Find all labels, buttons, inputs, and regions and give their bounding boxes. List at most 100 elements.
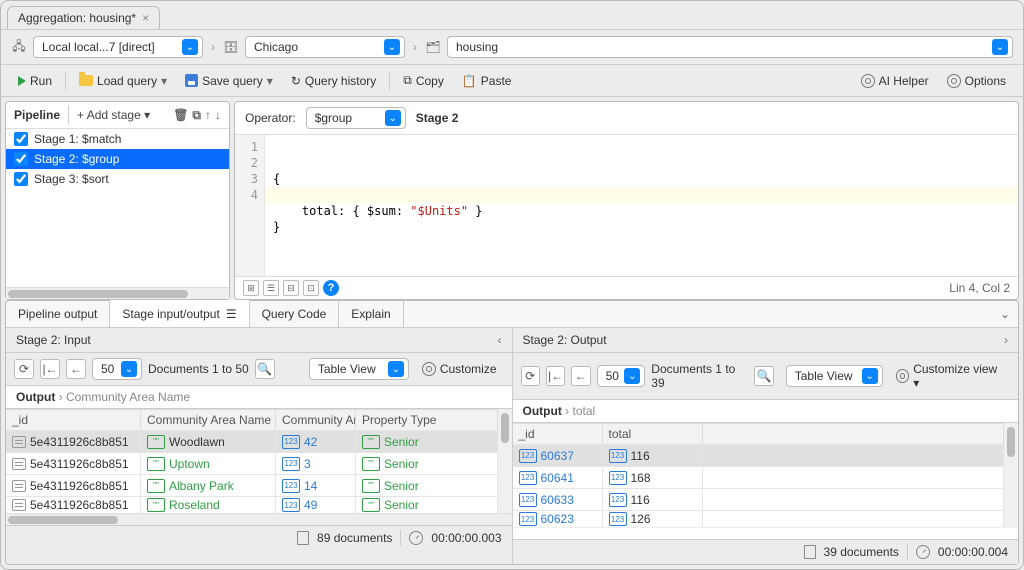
gear-icon xyxy=(896,369,910,383)
panel-title: Stage 2: Output › xyxy=(513,328,1019,353)
customize-view-button[interactable]: Customize view ▾ xyxy=(889,358,1010,394)
operator-select[interactable]: $group ⌄ xyxy=(306,107,406,129)
move-up-button[interactable]: ↑ xyxy=(205,108,211,123)
cell-total: 168 xyxy=(631,471,651,485)
first-page-button[interactable]: |← xyxy=(546,366,565,386)
separator xyxy=(389,72,390,90)
stage-item[interactable]: Stage 3: $sort xyxy=(6,169,229,189)
add-stage-button[interactable]: + Add stage ▾ xyxy=(77,108,150,122)
prev-page-button[interactable]: ← xyxy=(66,359,86,379)
document-icon xyxy=(297,531,309,545)
stage-checkbox[interactable] xyxy=(14,172,28,186)
paste-icon: 📋 xyxy=(462,74,477,88)
database-icon: 🗄 xyxy=(223,39,239,55)
view-mode-button[interactable]: ⊟ xyxy=(283,280,299,296)
table-row[interactable]: 5e4311926c8b851 ""Albany Park 12314 ""Se… xyxy=(6,475,498,497)
column-header[interactable]: Community Area xyxy=(276,410,356,430)
code-editor[interactable]: 1 2 3 4 { _id: "$Zip Code", total: { $su… xyxy=(235,135,1018,276)
ai-helper-button[interactable]: AI Helper xyxy=(854,70,936,92)
query-history-button[interactable]: ↻Query history xyxy=(284,70,383,92)
cell-name: Roseland xyxy=(169,498,220,512)
stage-checkbox[interactable] xyxy=(14,132,28,146)
tab-pipeline-output[interactable]: Pipeline output xyxy=(6,301,110,327)
column-header[interactable]: _id xyxy=(513,424,603,444)
breadcrumb: Output › total xyxy=(513,400,1019,423)
view-mode-button[interactable]: ⊡ xyxy=(303,280,319,296)
table-row[interactable]: 12360633 123116 xyxy=(513,489,1005,511)
load-label: Load query xyxy=(97,74,157,88)
history-icon: ↻ xyxy=(291,74,301,88)
column-header[interactable]: total xyxy=(603,424,703,444)
view-mode-button[interactable]: ⊞ xyxy=(243,280,259,296)
vertical-scrollbar[interactable] xyxy=(498,409,512,513)
chevron-right-icon[interactable]: › xyxy=(1004,333,1008,347)
prev-page-button[interactable]: ← xyxy=(571,366,590,386)
string-icon: "" xyxy=(147,498,165,512)
pipeline-pane: Pipeline + Add stage ▾ 🗑 ⧉ ↑ ↓ Stage 1: … xyxy=(5,101,230,300)
cell-name: Woodlawn xyxy=(169,435,225,449)
column-header[interactable]: Community Area Name xyxy=(141,410,276,430)
search-button[interactable]: 🔍 xyxy=(754,366,773,386)
view-mode-value: Table View xyxy=(795,369,853,383)
close-icon[interactable]: × xyxy=(142,11,149,25)
view-mode-value: Table View xyxy=(318,362,376,376)
connection-select[interactable]: Local local...7 [direct] ⌄ xyxy=(33,36,203,58)
stage-item[interactable]: Stage 2: $group xyxy=(6,149,229,169)
search-button[interactable]: 🔍 xyxy=(255,359,275,379)
save-query-button[interactable]: Save query▾ xyxy=(178,70,280,92)
chevron-left-icon[interactable]: ‹ xyxy=(498,333,502,347)
duplicate-stage-button[interactable]: ⧉ xyxy=(192,108,201,123)
page-size-value: 50 xyxy=(606,369,619,383)
number-icon: 123 xyxy=(519,493,537,507)
panel-title-text: Stage 2: Output xyxy=(523,333,607,347)
chevron-down-icon: ⌄ xyxy=(624,368,640,384)
refresh-button[interactable]: ⟳ xyxy=(14,359,34,379)
table-row[interactable]: 12360641 123168 xyxy=(513,467,1005,489)
refresh-button[interactable]: ⟳ xyxy=(521,366,540,386)
column-header[interactable] xyxy=(703,424,1005,444)
table-header: _id total xyxy=(513,423,1005,445)
delete-stage-button[interactable]: 🗑 xyxy=(173,108,188,123)
table-row[interactable]: 5e4311926c8b851 ""Uptown 1233 ""Senior xyxy=(6,453,498,475)
first-page-button[interactable]: |← xyxy=(40,359,60,379)
gear-icon xyxy=(947,74,961,88)
horizontal-scrollbar[interactable] xyxy=(6,513,512,525)
stage-checkbox[interactable] xyxy=(14,152,28,166)
page-size-select[interactable]: 50 ⌄ xyxy=(597,365,646,387)
horizontal-scrollbar[interactable] xyxy=(6,287,229,299)
collection-select[interactable]: housing ⌄ xyxy=(447,36,1013,58)
vertical-scrollbar[interactable] xyxy=(1004,423,1018,527)
paste-button[interactable]: 📋Paste xyxy=(455,70,519,92)
tab-explain[interactable]: Explain xyxy=(339,301,403,327)
column-header[interactable]: _id xyxy=(6,410,141,430)
load-query-button[interactable]: Load query▾ xyxy=(72,70,174,92)
table-row[interactable]: 5e4311926c8b851 ""Woodlawn 12342 ""Senio… xyxy=(6,431,498,453)
page-size-select[interactable]: 50⌄ xyxy=(92,358,142,380)
options-button[interactable]: Options xyxy=(940,70,1013,92)
table-row[interactable]: 12360623 123126 xyxy=(513,511,1005,527)
view-mode-button[interactable]: ☰ xyxy=(263,280,279,296)
run-button[interactable]: Run xyxy=(11,70,59,92)
string-icon: "" xyxy=(147,479,165,493)
customize-button[interactable]: Customize xyxy=(415,358,504,380)
copy-button[interactable]: ⧉Copy xyxy=(396,69,451,92)
copy-icon: ⧉ xyxy=(403,73,412,88)
tab-stage-io[interactable]: Stage input/output☰ xyxy=(110,300,249,327)
column-header[interactable]: Property Type xyxy=(356,410,498,430)
number-icon: 123 xyxy=(609,471,627,485)
tab-aggregation[interactable]: Aggregation: housing* × xyxy=(7,6,160,29)
collapse-button[interactable]: ⌄ xyxy=(992,303,1018,325)
clock-icon xyxy=(916,545,930,559)
code-area[interactable]: { _id: "$Zip Code", total: { $sum: "$Uni… xyxy=(265,135,1018,276)
tab-query-code[interactable]: Query Code xyxy=(250,301,340,327)
database-select[interactable]: Chicago ⌄ xyxy=(245,36,405,58)
table-row[interactable]: 12360637 123116 xyxy=(513,445,1005,467)
table-row[interactable]: 5e4311926c8b851 ""Roseland 12349 ""Senio… xyxy=(6,497,498,513)
cell-total: 116 xyxy=(631,493,650,507)
stage-item[interactable]: Stage 1: $match xyxy=(6,129,229,149)
view-mode-select[interactable]: Table View⌄ xyxy=(309,358,409,380)
help-icon[interactable]: ? xyxy=(323,280,339,296)
connection-bar: 🖧 Local local...7 [direct] ⌄ › 🗄 Chicago… xyxy=(1,29,1023,64)
view-mode-select[interactable]: Table View⌄ xyxy=(786,365,883,387)
move-down-button[interactable]: ↓ xyxy=(215,108,221,123)
